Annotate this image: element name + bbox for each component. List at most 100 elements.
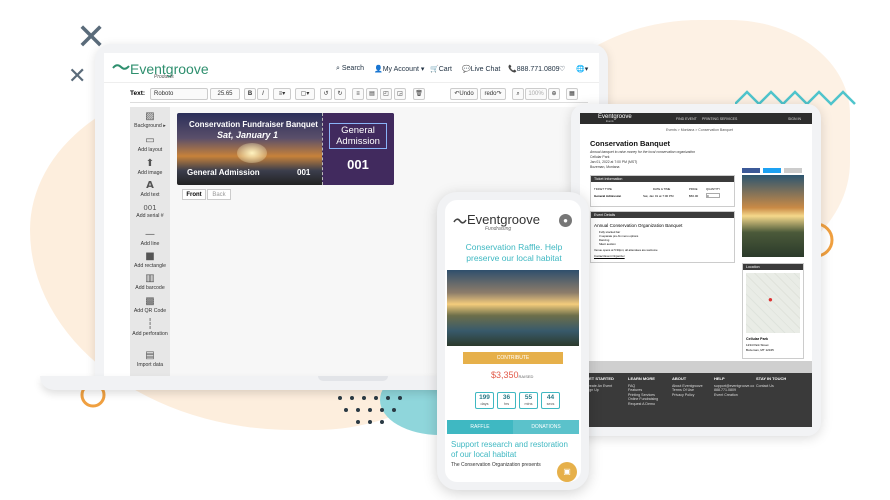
phone-screen: Eventgroove Fundraising ● Conservation R… bbox=[437, 192, 589, 490]
sidebar-background[interactable]: ▨ Background ▸ bbox=[130, 111, 170, 129]
rotate-left-icon[interactable]: ↺ bbox=[320, 88, 332, 100]
footer-link[interactable]: Contact Us bbox=[756, 384, 786, 389]
location-header: Location bbox=[743, 264, 803, 270]
detail-footnote: Venue opens at 5:30pm; all attendees are… bbox=[594, 248, 658, 252]
laptop-nav: Eventgroove Products ⌕ Search 👤My Accoun… bbox=[104, 53, 599, 83]
send-back-icon[interactable]: ◲ bbox=[394, 88, 406, 100]
sidebar-add-line[interactable]: — Add line bbox=[130, 229, 170, 247]
nav-my-account[interactable]: 👤My Account ▾ bbox=[374, 65, 424, 73]
sidebar-add-barcode[interactable]: ▥ Add barcode bbox=[130, 273, 170, 291]
contact-organizer-link[interactable]: Contact Event Organizer bbox=[594, 254, 625, 258]
location-box: Location ● Cellular Park 1234 Park Stree… bbox=[742, 263, 804, 359]
chat-icon: 💬 bbox=[462, 66, 471, 73]
sidebar-import-data[interactable]: ▤ Import data bbox=[130, 350, 170, 368]
nav-search[interactable]: ⌕ Search bbox=[336, 65, 364, 73]
phone-headline: Conservation Raffle. Help preserve our l… bbox=[465, 242, 563, 263]
sidebar-add-qr[interactable]: ▩ Add QR Code bbox=[130, 296, 170, 314]
nav-phone[interactable]: 📞888.771.0809 bbox=[508, 65, 560, 73]
event-details-header: Event Details bbox=[591, 212, 734, 218]
event-datetime: Jan 01, 2022 at 7:00 PM (MST) bbox=[590, 160, 638, 164]
tablet-logo[interactable]: Eventgroove bbox=[598, 114, 632, 120]
zoom-in-icon[interactable]: ⊕ bbox=[548, 88, 560, 100]
globe-icon[interactable]: 🌐▾ bbox=[576, 65, 588, 73]
undo-button[interactable]: ↶Undo bbox=[450, 88, 478, 100]
rotate-right-icon[interactable]: ↻ bbox=[334, 88, 346, 100]
footer-link[interactable]: Event Creation bbox=[714, 393, 754, 398]
heart-icon[interactable]: ♡ bbox=[559, 65, 565, 73]
redo-button[interactable]: redo↷ bbox=[480, 88, 506, 100]
tab-back[interactable]: Back bbox=[207, 189, 231, 200]
sidebar-add-text[interactable]: A Add text bbox=[130, 180, 170, 198]
color-button[interactable]: ▢▾ bbox=[295, 88, 315, 100]
stub-number[interactable]: 001 bbox=[331, 157, 385, 172]
bold-button[interactable]: B bbox=[244, 88, 256, 100]
zoom-level[interactable]: 100% bbox=[525, 88, 547, 100]
tab-donations[interactable]: DONATIONS bbox=[513, 420, 579, 434]
footer-about: ABOUT About Eventgroove Terms Of Use Privac… bbox=[672, 376, 703, 398]
footer-link[interactable]: Request A Demo bbox=[628, 402, 658, 407]
footer-link[interactable]: Privacy Policy bbox=[672, 393, 703, 398]
ticket-label[interactable]: General Admission bbox=[187, 168, 260, 177]
layer-icon[interactable]: ▤ bbox=[366, 88, 378, 100]
zoom-icon[interactable]: ⌕ bbox=[512, 88, 524, 100]
ti-row-price: $50.00 bbox=[689, 194, 699, 198]
nav-cart[interactable]: 🛒Cart bbox=[430, 65, 452, 73]
tablet-nav: Eventgroove Events FIND EVENT PRINTING S… bbox=[580, 113, 812, 124]
cart-icon: 🛒 bbox=[430, 66, 439, 73]
breadcrumb[interactable]: Events > Montana > Conservation Banquet bbox=[666, 128, 733, 132]
layout-icon: ▭ bbox=[145, 135, 155, 146]
sidebar-add-serial[interactable]: 001 Add serial # bbox=[130, 204, 170, 219]
nav-live-chat[interactable]: 💬Live Chat bbox=[462, 65, 500, 73]
ti-col-type: TICKET TYPE bbox=[594, 187, 612, 191]
ti-col-date: DATE & TIME bbox=[653, 187, 671, 191]
support-title: Support research and restoration of our … bbox=[451, 440, 568, 459]
map[interactable]: ● bbox=[746, 273, 800, 333]
contribute-button[interactable]: CONTRIBUTE bbox=[463, 352, 563, 364]
tab-raffle[interactable]: RAFFLE bbox=[447, 420, 513, 434]
profile-icon[interactable]: ● bbox=[559, 214, 572, 227]
tab-front[interactable]: Front bbox=[182, 189, 206, 200]
delete-icon[interactable]: 🗑 bbox=[413, 88, 425, 100]
footer-link[interactable]: Sign Up bbox=[586, 388, 614, 393]
ticket-date[interactable]: Sat, January 1 bbox=[217, 130, 278, 140]
align-center-icon[interactable]: ≡ bbox=[352, 88, 364, 100]
sidebar-add-rectangle[interactable]: ■ Add rectangle bbox=[130, 251, 170, 269]
nav-find-event[interactable]: FIND EVENT bbox=[676, 117, 697, 121]
sidebar-add-image[interactable]: ⬆ Add image bbox=[130, 158, 170, 176]
bring-front-icon[interactable]: ◰ bbox=[380, 88, 392, 100]
nav-sign-in[interactable]: SIGN IN bbox=[788, 117, 801, 121]
ti-col-qty: QUANTITY bbox=[706, 187, 721, 191]
ticket-preview[interactable]: Conservation Fundraiser Banquet Sat, Jan… bbox=[177, 113, 394, 185]
share-buttons[interactable] bbox=[742, 168, 802, 173]
align-button[interactable]: ≡▾ bbox=[273, 88, 291, 100]
ticket-number[interactable]: 001 bbox=[297, 168, 310, 177]
italic-button[interactable]: I bbox=[257, 88, 269, 100]
sidebar-add-layout[interactable]: ▭ Add layout bbox=[130, 135, 170, 153]
nav-printing-services[interactable]: PRINTING SERVICES bbox=[702, 117, 737, 121]
tablet-screen: Eventgroove Events FIND EVENT PRINTING S… bbox=[571, 104, 821, 436]
phone-logo[interactable]: Eventgroove bbox=[467, 212, 540, 227]
sidebar-add-perforation[interactable]: ┆ Add perforation bbox=[130, 319, 170, 337]
background-icon: ▨ bbox=[145, 111, 155, 122]
ticket-info-header: Ticket Information bbox=[591, 176, 734, 182]
ti-row-type: General Admission bbox=[594, 194, 622, 198]
upload-icon: ⬆ bbox=[145, 158, 155, 169]
ti-row-date: Sat, Jan 01 at 7:00 PM bbox=[643, 194, 674, 198]
countdown-hours: 36 hrs bbox=[497, 392, 516, 409]
countdown-secs: 44 secs bbox=[541, 392, 560, 409]
ticket-stub[interactable]: General Admission 001 bbox=[322, 113, 394, 185]
tablet-logo-sub: Events bbox=[606, 120, 614, 123]
file-icon: ▤ bbox=[145, 350, 155, 361]
stub-title[interactable]: General Admission bbox=[331, 125, 385, 147]
ticket-title[interactable]: Conservation Fundraiser Banquet bbox=[189, 120, 318, 129]
font-select[interactable]: Roboto bbox=[150, 88, 208, 100]
quantity-select[interactable]: 0 bbox=[706, 193, 720, 198]
footer-help: HELP support@eventgroove.co 888.771.0809 Ev… bbox=[714, 376, 755, 398]
footer-link[interactable]: Online Fundraising bbox=[628, 397, 658, 402]
footer-get-started: GET STARTED Create An Event Sign Up bbox=[586, 376, 614, 393]
font-size-select[interactable]: 25.65 bbox=[210, 88, 240, 100]
footer-stay-in-touch: STAY IN TOUCH Contact Us bbox=[756, 376, 787, 389]
cart-fab-icon[interactable]: ▣ bbox=[557, 462, 577, 482]
rectangle-icon: ■ bbox=[145, 251, 155, 262]
grid-icon[interactable]: ▦ bbox=[566, 88, 578, 100]
